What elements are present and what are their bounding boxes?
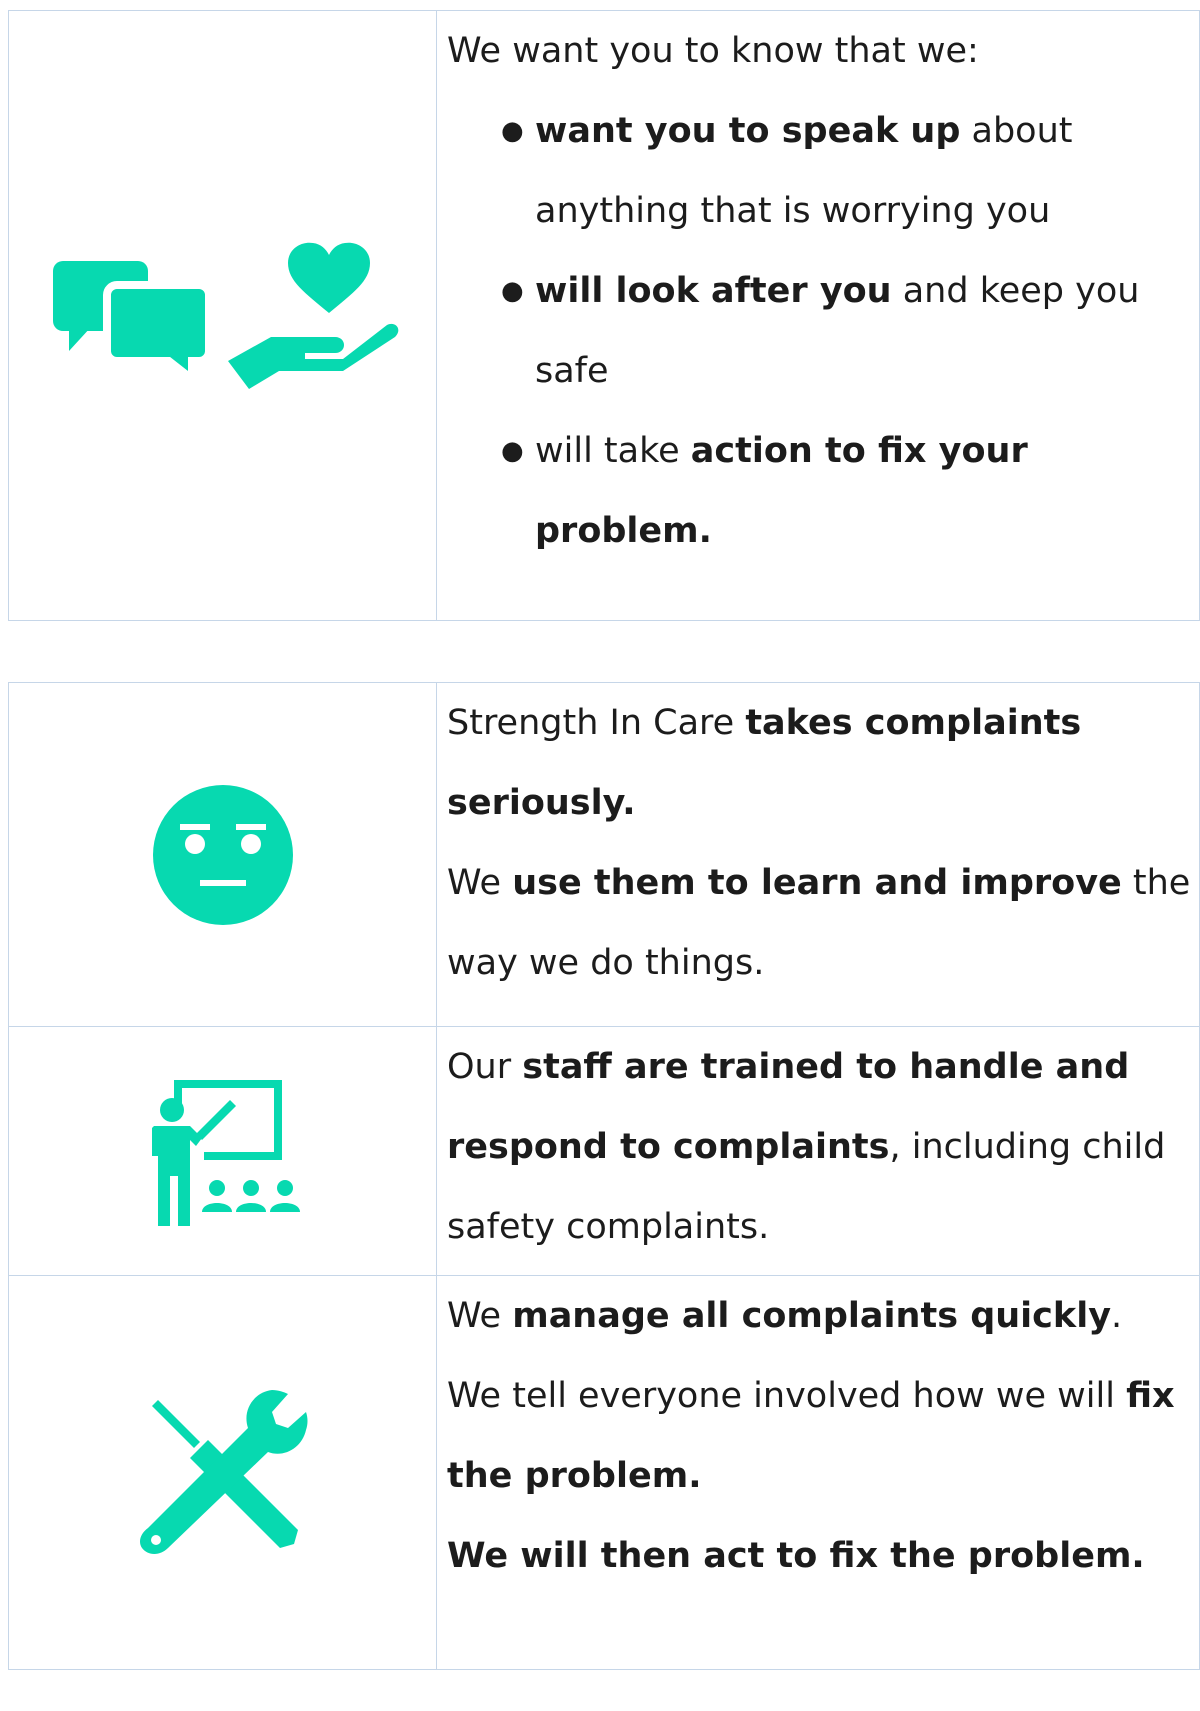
- speech-bubbles-and-caring-hand-icon: [52, 242, 398, 389]
- bold-span: manage all complaints quickly: [512, 1296, 1112, 1336]
- quickly-line: We manage all complaints quickly.: [447, 1276, 1199, 1356]
- commitment-intro: We want you to know that we:: [447, 31, 979, 71]
- commitment-row: We want you to know that we: ● want you …: [8, 10, 1200, 621]
- act-line: We will then act to fix the problem.: [447, 1516, 1199, 1596]
- training-paragraph: Our staff are trained to handle and resp…: [447, 1027, 1199, 1267]
- teacher-training-icon: [151, 1080, 300, 1226]
- bold-span: We will then act to fix the problem.: [447, 1536, 1145, 1576]
- commitment-table: We want you to know that we: ● want you …: [8, 10, 1200, 621]
- seriously-row: Strength In Care takes complaints seriou…: [8, 682, 1200, 1027]
- screwdriver-and-wrench-icon: [139, 1389, 307, 1554]
- commitment-text-cell: We want you to know that we: ● want you …: [436, 10, 1200, 621]
- seriously-line: Strength In Care takes complaints seriou…: [447, 683, 1199, 843]
- list-item-bold: will look after you: [535, 271, 892, 311]
- text-span: We: [447, 863, 513, 903]
- icon-cell: [8, 10, 437, 621]
- seriously-text-cell: Strength In Care takes complaints seriou…: [436, 682, 1200, 1027]
- text-span: Our: [447, 1047, 523, 1087]
- bullet-dot-icon: ●: [501, 436, 524, 466]
- commitment-list: ● want you to speak up about anything th…: [447, 91, 1199, 571]
- complaints-table: Strength In Care takes complaints seriou…: [8, 682, 1200, 1670]
- bullet-dot-icon: ●: [501, 116, 524, 146]
- list-item: ● want you to speak up about anything th…: [501, 91, 1199, 251]
- bold-span: use them to learn and improve: [512, 863, 1122, 903]
- text-span: We: [447, 1296, 513, 1336]
- quickly-row: We manage all complaints quickly. We tel…: [8, 1275, 1200, 1670]
- training-text-cell: Our staff are trained to handle and resp…: [436, 1026, 1200, 1276]
- text-span: .: [1111, 1296, 1123, 1336]
- improve-line: We use them to learn and improve the way…: [447, 843, 1199, 1003]
- list-item-bold: want you to speak up: [535, 111, 961, 151]
- bullet-dot-icon: ●: [501, 276, 524, 306]
- list-item: ● will take action to fix your problem.: [501, 411, 1199, 571]
- icon-cell: [8, 682, 437, 1027]
- neutral-face-icon: [152, 784, 293, 925]
- icon-cell: [8, 1275, 437, 1670]
- training-row: Our staff are trained to handle and resp…: [8, 1026, 1200, 1276]
- list-item-text: will take: [535, 431, 691, 471]
- icon-cell: [8, 1026, 437, 1276]
- fix-line: We tell everyone involved how we will fi…: [447, 1356, 1199, 1516]
- text-span: Strength In Care: [447, 703, 746, 743]
- text-span: We tell everyone involved how we will: [447, 1376, 1127, 1416]
- quickly-text-cell: We manage all complaints quickly. We tel…: [436, 1275, 1200, 1670]
- list-item: ● will look after you and keep you safe: [501, 251, 1199, 411]
